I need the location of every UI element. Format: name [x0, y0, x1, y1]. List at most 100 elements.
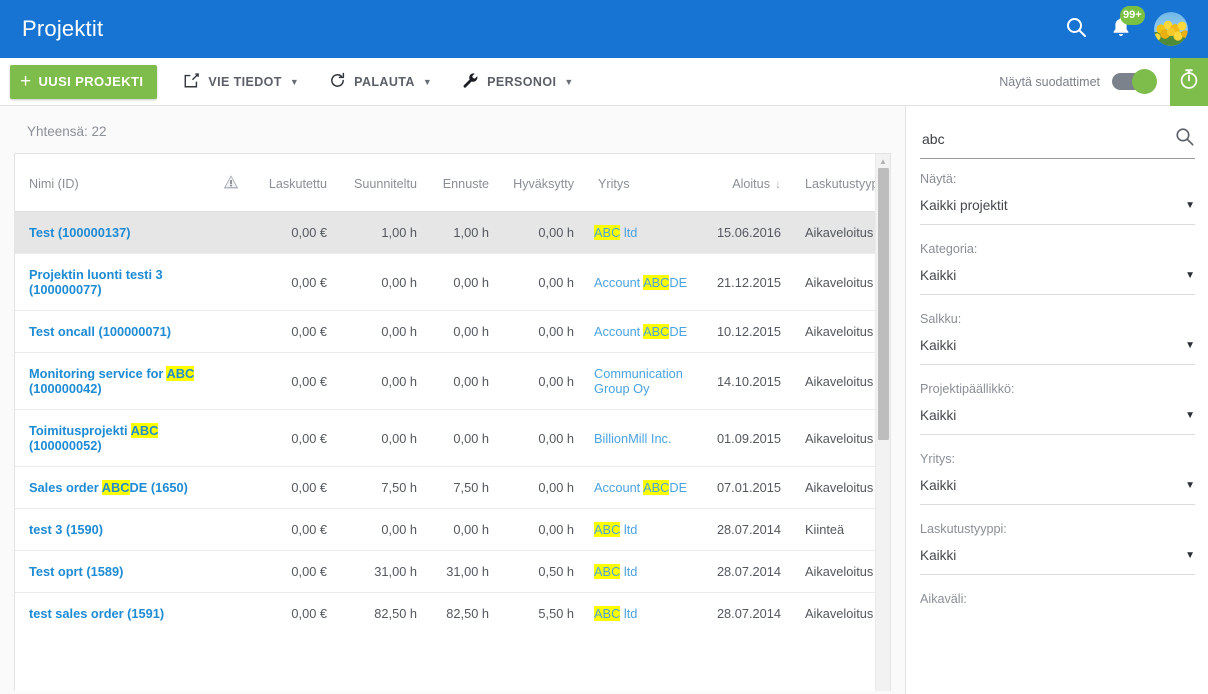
cell-company[interactable]: Account ABCDE	[584, 253, 699, 311]
filter-select[interactable]: Kaikki projektit ▼	[920, 198, 1195, 225]
table-row[interactable]: Test (100000137) 0,00 €1,00 h 1,00 h 0,00 h…	[15, 211, 890, 254]
cell-project-name[interactable]: Projektin luonti testi 3 (100000077)	[15, 253, 210, 311]
table-row[interactable]: Projektin luonti testi 3 (100000077) 0,00…	[15, 253, 890, 311]
show-filters-toggle[interactable]	[1112, 69, 1157, 94]
filter-search-row	[920, 126, 1195, 159]
sort-direction-icon: ↓	[775, 176, 781, 191]
table-row[interactable]: Toimitusprojekti ABC (100000052) 0,00 €0,…	[15, 409, 890, 467]
col-header-planned[interactable]: Suunniteltu	[337, 154, 427, 212]
cell-billed: 0,00 €	[252, 466, 337, 509]
project-link[interactable]: test 3 (1590)	[29, 522, 103, 537]
scroll-up-icon[interactable]: ▲	[876, 154, 890, 168]
project-link[interactable]: Test oprt (1589)	[29, 564, 123, 579]
company-link[interactable]: Account ABCDE	[594, 480, 687, 495]
project-link[interactable]: Monitoring service for ABC (100000042)	[29, 366, 195, 396]
filter-label: Projektipäällikkö:	[920, 382, 1015, 396]
filter-label-timerange: Aikaväli:	[920, 592, 967, 606]
cell-planned: 82,50 h	[337, 592, 427, 634]
cell-company[interactable]: ABC ltd	[584, 550, 699, 593]
cell-company[interactable]: Communication Group Oy	[584, 352, 699, 410]
timer-button[interactable]	[1170, 57, 1208, 106]
table-row[interactable]: Test oprt (1589) 0,00 €31,00 h 31,00 h 0,50…	[15, 550, 890, 593]
col-header-forecast[interactable]: Ennuste	[427, 154, 499, 212]
company-link[interactable]: BillionMill Inc.	[594, 431, 672, 446]
cell-project-name[interactable]: Sales order ABCDE (1650)	[15, 466, 210, 509]
cell-project-name[interactable]: Test (100000137)	[15, 211, 210, 254]
cell-company[interactable]: ABC ltd	[584, 508, 699, 551]
cell-planned: 31,00 h	[337, 550, 427, 593]
company-link[interactable]: ABC ltd	[594, 522, 637, 537]
table-row[interactable]: test sales order (1591) 0,00 €82,50 h 82,5…	[15, 592, 890, 634]
project-link[interactable]: Test oncall (100000071)	[29, 324, 171, 339]
table-row[interactable]: Monitoring service for ABC (100000042) 0,…	[15, 352, 890, 410]
avatar[interactable]	[1154, 12, 1188, 46]
cell-project-name[interactable]: Test oncall (100000071)	[15, 310, 210, 353]
table-row[interactable]: Sales order ABCDE (1650) 0,00 €7,50 h 7,50…	[15, 466, 890, 509]
col-header-company[interactable]: Yritys	[584, 154, 699, 212]
col-header-start[interactable]: Aloitus ↓	[699, 154, 791, 212]
notifications-button[interactable]: 99+	[1110, 5, 1145, 44]
search-icon[interactable]	[1174, 126, 1195, 152]
project-link[interactable]: test sales order (1591)	[29, 606, 164, 621]
filter-value: Kaikki	[920, 268, 957, 283]
filter-select[interactable]: Kaikki ▼	[920, 268, 1195, 295]
cell-company[interactable]: BillionMill Inc.	[584, 409, 699, 467]
cell-warning	[210, 253, 252, 311]
cell-forecast: 0,00 h	[427, 253, 499, 311]
col-header-warning[interactable]	[210, 154, 252, 212]
cell-project-name[interactable]: Test oprt (1589)	[15, 550, 210, 593]
filter-value: Kaikki	[920, 338, 957, 353]
cell-warning	[210, 592, 252, 634]
cell-company[interactable]: Account ABCDE	[584, 310, 699, 353]
project-link[interactable]: Toimitusprojekti ABC (100000052)	[29, 423, 159, 453]
table-row[interactable]: test 3 (1590) 0,00 €0,00 h 0,00 h 0,00 h ABC…	[15, 508, 890, 551]
table-vertical-scrollbar[interactable]: ▲	[875, 154, 890, 691]
filter-select[interactable]: Kaikki ▼	[920, 548, 1195, 575]
filter-group: Projektipäällikkö: Kaikki ▼	[920, 382, 1195, 435]
project-link[interactable]: Projektin luonti testi 3 (100000077)	[29, 267, 163, 297]
search-highlight: ABC	[643, 324, 670, 339]
cell-company[interactable]: ABC ltd	[584, 592, 699, 634]
plus-icon: +	[20, 71, 32, 92]
scrollbar-thumb[interactable]	[878, 168, 889, 440]
company-link[interactable]: Account ABCDE	[594, 324, 687, 339]
restore-button[interactable]: PALAUTA ▼	[325, 65, 436, 99]
search-input[interactable]	[920, 131, 1174, 147]
project-link[interactable]: Test (100000137)	[29, 225, 131, 240]
personalize-button[interactable]: PERSONOI ▼	[458, 65, 578, 99]
cell-approved: 5,50 h	[499, 592, 584, 634]
cell-project-name[interactable]: test 3 (1590)	[15, 508, 210, 551]
col-header-approved[interactable]: Hyväksytty	[499, 154, 584, 212]
col-header-billed[interactable]: Laskutettu	[252, 154, 337, 212]
cell-forecast: 1,00 h	[427, 211, 499, 254]
search-icon[interactable]	[1064, 15, 1088, 44]
export-label: VIE TIEDOT	[208, 74, 282, 89]
filter-groups: Näytä: Kaikki projektit ▼ Kategoria: Kaikki ▼…	[920, 172, 1195, 575]
filter-select[interactable]: Kaikki ▼	[920, 408, 1195, 435]
new-project-button[interactable]: + UUSI PROJEKTI	[10, 64, 158, 99]
company-link[interactable]: ABC ltd	[594, 225, 637, 240]
cell-project-name[interactable]: Toimitusprojekti ABC (100000052)	[15, 409, 210, 467]
company-link[interactable]: Communication Group Oy	[594, 366, 683, 396]
cell-start: 21.12.2015	[699, 253, 791, 311]
export-button[interactable]: VIE TIEDOT ▼	[179, 65, 303, 99]
cell-approved: 0,00 h	[499, 352, 584, 410]
filter-select[interactable]: Kaikki ▼	[920, 338, 1195, 365]
filter-select[interactable]: Kaikki ▼	[920, 478, 1195, 505]
filter-label: Kategoria:	[920, 242, 978, 256]
company-link[interactable]: Account ABCDE	[594, 274, 687, 290]
project-link[interactable]: Sales order ABCDE (1650)	[29, 480, 188, 495]
table-row[interactable]: Test oncall (100000071) 0,00 €0,00 h 0,00 …	[15, 310, 890, 353]
company-link[interactable]: ABC ltd	[594, 564, 637, 579]
company-link[interactable]: ABC ltd	[594, 606, 637, 621]
cell-project-name[interactable]: test sales order (1591)	[15, 592, 210, 634]
cell-company[interactable]: ABC ltd	[584, 211, 699, 254]
col-header-name[interactable]: Nimi (ID)	[15, 154, 210, 212]
filter-value: Kaikki	[920, 548, 957, 563]
cell-warning	[210, 508, 252, 551]
refresh-icon	[329, 72, 346, 92]
cell-planned: 7,50 h	[337, 466, 427, 509]
cell-billed: 0,00 €	[252, 211, 337, 254]
cell-company[interactable]: Account ABCDE	[584, 466, 699, 509]
cell-project-name[interactable]: Monitoring service for ABC (100000042)	[15, 352, 210, 410]
